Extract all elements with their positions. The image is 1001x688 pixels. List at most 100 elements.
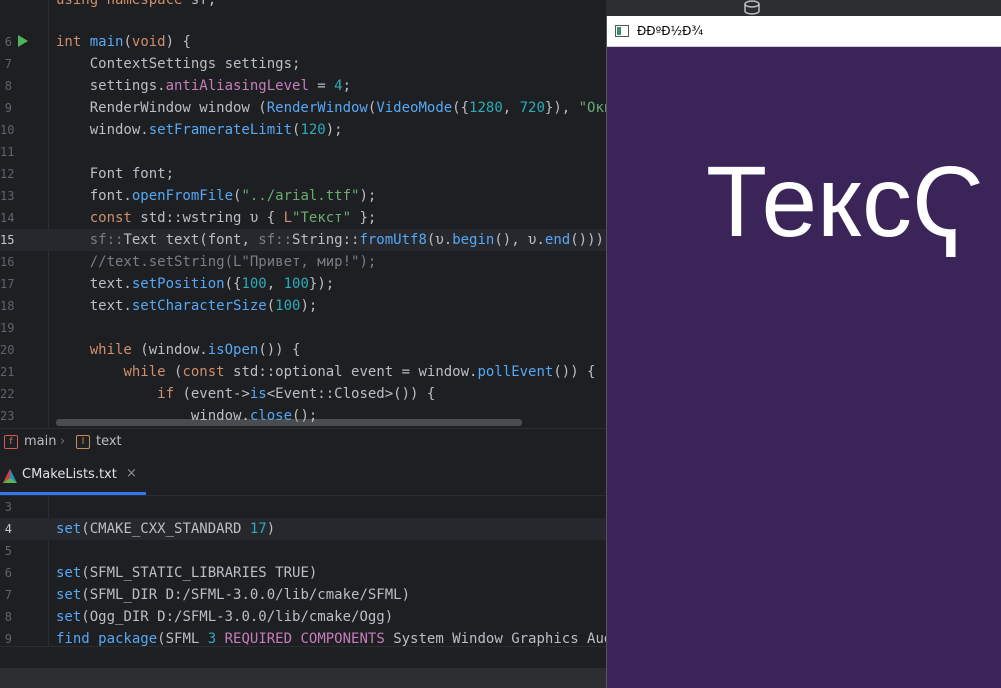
code-line[interactable]: 4 set(CMAKE_CXX_STANDARD 17) — [0, 518, 606, 540]
cmake-icon — [3, 469, 17, 483]
breadcrumb-variable-label: text — [96, 434, 122, 449]
code-text[interactable]: const std::wstring υ { L"Текст" }; — [56, 207, 377, 229]
line-number: 8 — [4, 79, 12, 93]
code-line[interactable]: 21 while (const std::optional event = wi… — [0, 361, 606, 383]
line-number: 23 — [0, 409, 15, 423]
tab-label: CMakeLists.txt — [22, 467, 117, 482]
line-number: 11 — [0, 145, 15, 159]
code-text[interactable]: using namespace sf; — [56, 0, 216, 11]
code-line[interactable]: 7 set(SFML_DIR D:/SFML-3.0.0/lib/cmake/SF… — [0, 584, 606, 606]
code-text[interactable]: settings.antiAliasingLevel = 4; — [56, 75, 351, 97]
code-line[interactable]: 11 — [0, 141, 606, 163]
line-number: 6 — [4, 35, 12, 49]
code-line[interactable]: 8 set(Ogg_DIR D:/SFML-3.0.0/lib/cmake/Ogg… — [0, 606, 606, 628]
line-number: 5 — [4, 544, 12, 558]
tab-cmakelists[interactable]: CMakeLists.txt × — [0, 455, 146, 495]
editor-pane-cmakelists[interactable]: 3 4 set(CMAKE_CXX_STANDARD 17) 5 6 set(SFML_S… — [0, 496, 606, 646]
code-text[interactable]: font.openFromFile("../arial.ttf"); — [56, 185, 377, 207]
editor-tabbar: CMakeLists.txt × — [0, 455, 606, 496]
line-number: 17 — [0, 277, 15, 291]
code-line[interactable]: 23 window.close(); — [0, 405, 606, 427]
variable-icon: l — [76, 434, 90, 449]
code-line[interactable]: 18 text.setCharacterSize(100); — [0, 295, 606, 317]
active-tab-indicator — [0, 492, 146, 495]
code-text[interactable]: //text.setString(L"Привет, мир!"); — [56, 251, 377, 273]
line-number: 9 — [4, 632, 12, 646]
code-text[interactable]: while (window.isOpen()) { — [56, 339, 301, 361]
line-number: 15 — [0, 233, 15, 247]
code-text[interactable]: sf::Text text(font, sf::String::fromUtf8… — [56, 229, 606, 251]
code-text[interactable]: while (const std::optional event = windo… — [56, 361, 595, 383]
breadcrumb-item-main[interactable]: f main — [4, 433, 56, 451]
function-icon: f — [4, 434, 18, 449]
code-line[interactable]: 19 — [0, 317, 606, 339]
code-line[interactable]: 16 //text.setString(L"Привет, мир!"); — [0, 251, 606, 273]
window-title: ÐÐºÐ½Ð¾ — [637, 24, 704, 38]
code-text[interactable]: int main(void) { — [56, 31, 191, 53]
code-line[interactable]: 15 sf::Text text(font, sf::String::fromU… — [0, 229, 606, 251]
code-text[interactable]: if (event->is<Event::Closed>()) { — [56, 383, 435, 405]
code-text[interactable]: RenderWindow window (RenderWindow(VideoM… — [56, 97, 606, 119]
code-text[interactable]: window.close(); — [56, 405, 317, 427]
line-number: 3 — [4, 500, 12, 514]
chevron-right-icon: › — [60, 434, 66, 449]
code-text[interactable]: text.setPosition({100, 100}); — [56, 273, 334, 295]
code-editor[interactable]: using namespace sf; 6 int main(void) {7 Co… — [0, 0, 606, 688]
database-icon[interactable] — [738, 0, 766, 16]
line-number: 13 — [0, 189, 15, 203]
close-icon[interactable]: × — [126, 466, 137, 481]
line-number: 21 — [0, 365, 15, 379]
code-text[interactable]: set(Ogg_DIR D:/SFML-3.0.0/lib/cmake/Ogg) — [56, 606, 393, 628]
code-text[interactable]: set(SFML_DIR D:/SFML-3.0.0/lib/cmake/SFM… — [56, 584, 410, 606]
window-titlebar[interactable]: ÐÐºÐ½Ð¾ — [607, 16, 1001, 47]
line-number: 10 — [0, 123, 15, 137]
code-line[interactable]: 10 window.setFramerateLimit(120); — [0, 119, 606, 141]
code-line[interactable]: 12 Font font; — [0, 163, 606, 185]
code-text[interactable]: ContextSettings settings; — [56, 53, 301, 75]
line-number: 6 — [4, 566, 12, 580]
status-bar — [0, 668, 606, 688]
line-number: 8 — [4, 610, 12, 624]
breadcrumb-item-text[interactable]: l text — [76, 433, 122, 451]
code-text[interactable]: set(SFML_STATIC_LIBRARIES TRUE) — [56, 562, 317, 584]
line-number: 16 — [0, 255, 15, 269]
line-number: 4 — [4, 522, 12, 536]
line-number: 20 — [0, 343, 15, 357]
code-line[interactable]: 3 — [0, 496, 606, 518]
code-line[interactable]: 9 find_package(SFML 3 REQUIRED COMPONENTS… — [0, 628, 606, 646]
editor-bottom-strip — [0, 646, 606, 669]
code-line[interactable]: 7 ContextSettings settings; — [0, 53, 606, 75]
line-number: 12 — [0, 167, 15, 181]
code-line[interactable]: 17 text.setPosition({100, 100}); — [0, 273, 606, 295]
line-number: 22 — [0, 387, 15, 401]
code-line[interactable]: 6 set(SFML_STATIC_LIBRARIES TRUE) — [0, 562, 606, 584]
sfml-app-window[interactable]: ÐÐºÐ½Ð¾ ТексҀ — [606, 16, 1001, 688]
editor-pane-main-cpp[interactable]: using namespace sf; 6 int main(void) {7 Co… — [0, 0, 606, 428]
code-text[interactable]: Font font; — [56, 163, 174, 185]
code-line[interactable]: 22 if (event->is<Event::Closed>()) { — [0, 383, 606, 405]
line-number: 7 — [4, 588, 12, 602]
code-line[interactable]: 9 RenderWindow window (RenderWindow(Vide… — [0, 97, 606, 119]
line-number: 18 — [0, 299, 15, 313]
line-number: 14 — [0, 211, 15, 225]
window-app-icon — [615, 25, 629, 37]
missing-glyph: Ҁ — [911, 146, 985, 258]
breadcrumb: f main › l text — [0, 428, 606, 456]
code-line[interactable]: using namespace sf; — [0, 0, 606, 11]
code-text[interactable]: window.setFramerateLimit(120); — [56, 119, 343, 141]
line-number: 19 — [0, 321, 15, 335]
code-line[interactable]: 5 — [0, 540, 606, 562]
code-line[interactable]: 20 while (window.isOpen()) { — [0, 339, 606, 361]
rendered-text: ТексҀ — [706, 147, 984, 257]
code-line[interactable]: 8 settings.antiAliasingLevel = 4; — [0, 75, 606, 97]
code-text[interactable]: text.setCharacterSize(100); — [56, 295, 318, 317]
code-text[interactable]: set(CMAKE_CXX_STANDARD 17) — [56, 518, 275, 540]
code-line[interactable]: 6 int main(void) { — [0, 31, 606, 53]
code-line[interactable]: 14 const std::wstring υ { L"Текст" }; — [0, 207, 606, 229]
code-text[interactable]: find_package(SFML 3 REQUIRED COMPONENTS … — [56, 628, 606, 646]
code-line[interactable]: 13 font.openFromFile("../arial.ttf"); — [0, 185, 606, 207]
line-number: 7 — [4, 57, 12, 71]
rendered-text-glyphs: Текс — [706, 146, 912, 258]
render-canvas: ТексҀ — [607, 47, 1001, 688]
breadcrumb-function-label: main — [24, 434, 57, 449]
